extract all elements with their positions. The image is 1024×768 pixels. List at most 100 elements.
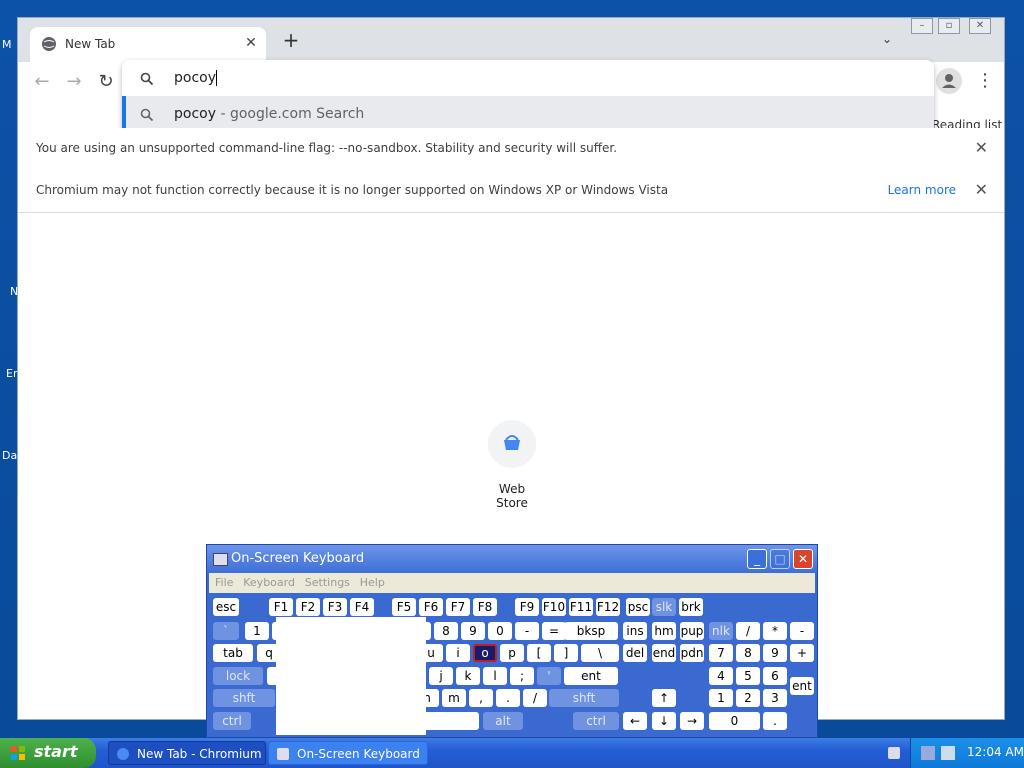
key-sym[interactable]: - <box>790 622 814 640</box>
key-sym[interactable]: ] <box>554 644 578 662</box>
key-9[interactable]: 9 <box>763 644 787 662</box>
key-F10[interactable]: F10 <box>542 598 566 616</box>
taskbar-item-osk[interactable]: On-Screen Keyboard <box>268 741 428 765</box>
infobar-close-icon[interactable]: ✕ <box>975 138 988 157</box>
key-sym[interactable]: * <box>763 622 787 640</box>
key-sym[interactable]: = <box>542 622 566 640</box>
reload-icon[interactable]: ↻ <box>93 69 119 95</box>
osk-close-button[interactable]: ✕ <box>793 549 813 569</box>
key-3[interactable]: 3 <box>763 689 787 707</box>
key-F6[interactable]: F6 <box>419 598 443 616</box>
key-sym[interactable]: / <box>736 622 760 640</box>
key-sym[interactable]: , <box>469 689 493 707</box>
key-sym[interactable]: ← <box>623 712 647 730</box>
osk-minimize-button[interactable]: _ <box>747 549 767 569</box>
key-m[interactable]: m <box>442 689 466 707</box>
tab-new-tab[interactable]: New Tab ✕ <box>30 27 266 62</box>
key-sym[interactable]: - <box>515 622 539 640</box>
key-alt[interactable]: alt <box>483 712 523 730</box>
key-brk[interactable]: brk <box>679 598 703 616</box>
desktop-icon-label[interactable]: M <box>2 38 12 51</box>
new-tab-plus-icon[interactable]: + <box>280 30 302 52</box>
key-sym[interactable]: ; <box>510 667 534 685</box>
key-sym[interactable]: \ <box>581 644 619 662</box>
keyboard-tray-icon[interactable] <box>884 744 906 762</box>
key-sym[interactable]: ` <box>213 622 239 640</box>
key-end[interactable]: end <box>652 644 676 662</box>
key-8[interactable]: 8 <box>434 622 458 640</box>
key-ctrl[interactable]: ctrl <box>213 712 251 730</box>
volume-icon[interactable] <box>941 746 955 760</box>
key-hm[interactable]: hm <box>652 622 676 640</box>
key-sym[interactable]: . <box>763 712 787 730</box>
key-ent[interactable]: ent <box>790 677 814 695</box>
key-4[interactable]: 4 <box>709 667 733 685</box>
key-F11[interactable]: F11 <box>569 598 593 616</box>
key-sym[interactable]: ↓ <box>652 712 676 730</box>
key-2[interactable]: 2 <box>736 689 760 707</box>
key-lock[interactable]: lock <box>213 667 263 685</box>
key-0[interactable]: 0 <box>709 712 760 730</box>
osk-menu-keyboard[interactable]: Keyboard <box>243 576 295 589</box>
key-F5[interactable]: F5 <box>392 598 416 616</box>
key-shft[interactable]: shft <box>213 689 275 707</box>
key-l[interactable]: l <box>483 667 507 685</box>
key-sym[interactable]: / <box>523 689 547 707</box>
close-window-button[interactable]: ✕ <box>969 18 991 34</box>
key-F4[interactable]: F4 <box>350 598 374 616</box>
key-5[interactable]: 5 <box>736 667 760 685</box>
restore-button[interactable]: ▫ <box>938 18 960 34</box>
forward-arrow-icon[interactable]: → <box>61 69 87 95</box>
key-pup[interactable]: pup <box>680 622 704 640</box>
omnibox-suggestion[interactable]: pocoy - google.com Search <box>122 96 934 132</box>
omnibox-input[interactable]: pocoy <box>174 70 217 86</box>
key-9[interactable]: 9 <box>461 622 485 640</box>
network-icon[interactable] <box>921 746 935 760</box>
key-sym[interactable]: → <box>680 712 704 730</box>
key-slk[interactable]: slk <box>652 598 676 616</box>
key-nlk[interactable]: nlk <box>709 622 733 640</box>
key-k[interactable]: k <box>456 667 480 685</box>
key-1[interactable]: 1 <box>709 689 733 707</box>
back-arrow-icon[interactable]: ← <box>29 69 55 95</box>
osk-menu-file[interactable]: File <box>215 576 233 589</box>
key-sym[interactable]: + <box>790 644 814 662</box>
infobar-close-icon[interactable]: ✕ <box>975 180 988 199</box>
key-F9[interactable]: F9 <box>515 598 539 616</box>
osk-titlebar[interactable]: On-Screen Keyboard _ □ ✕ <box>207 545 817 573</box>
osk-maximize-button[interactable]: □ <box>770 549 790 569</box>
desktop-icon-label[interactable]: Da <box>2 449 17 462</box>
key-ins[interactable]: ins <box>623 622 647 640</box>
key-sym[interactable]: ↑ <box>652 689 676 707</box>
key-pdn[interactable]: pdn <box>680 644 704 662</box>
key-sym[interactable]: [ <box>527 644 551 662</box>
desktop-icon-label[interactable]: Er <box>6 367 17 380</box>
key-F2[interactable]: F2 <box>296 598 320 616</box>
osk-menu-settings[interactable]: Settings <box>305 576 350 589</box>
key-8[interactable]: 8 <box>736 644 760 662</box>
key-7[interactable]: 7 <box>709 644 733 662</box>
key-j[interactable]: j <box>429 667 453 685</box>
key-o[interactable]: o <box>473 644 497 662</box>
key-ctrl[interactable]: ctrl <box>573 712 619 730</box>
key-bksp[interactable]: bksp <box>564 622 618 640</box>
key-esc[interactable]: esc <box>213 598 239 616</box>
key-F12[interactable]: F12 <box>596 598 620 616</box>
key-F1[interactable]: F1 <box>269 598 293 616</box>
key-0[interactable]: 0 <box>488 622 512 640</box>
key-p[interactable]: p <box>500 644 524 662</box>
key-psc[interactable]: psc <box>626 598 650 616</box>
key-F7[interactable]: F7 <box>446 598 470 616</box>
key-shft[interactable]: shft <box>549 689 619 707</box>
key-tab[interactable]: tab <box>213 644 253 662</box>
shortcut-web-store[interactable]: Web Store <box>482 420 542 510</box>
key-del[interactable]: del <box>623 644 647 662</box>
key-i[interactable]: i <box>446 644 470 662</box>
profile-avatar-icon[interactable] <box>936 68 962 94</box>
key-sym[interactable]: ' <box>537 667 561 685</box>
osk-menu-help[interactable]: Help <box>360 576 385 589</box>
learn-more-link[interactable]: Learn more <box>888 183 956 197</box>
taskbar-item-chromium[interactable]: New Tab - Chromium <box>108 741 266 765</box>
tab-search-chevron-icon[interactable]: ⌄ <box>876 32 898 52</box>
key-ent[interactable]: ent <box>564 667 618 685</box>
